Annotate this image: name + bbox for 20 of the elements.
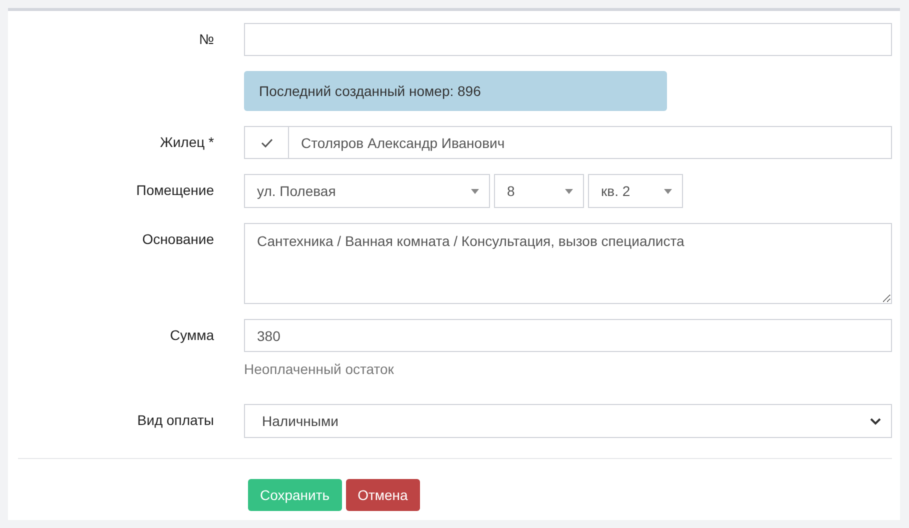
form-button[interactable]: Отмена (346, 479, 420, 511)
payment-select[interactable]: Наличными (244, 404, 892, 438)
last-number-notice: Последний созданный номер: 896 (244, 71, 667, 111)
dropdown-triangle-icon (565, 188, 573, 194)
amount-input[interactable]: 380 (244, 319, 892, 352)
premises-select[interactable]: ул. Полевая (244, 174, 490, 208)
premises-select[interactable]: кв. 2 (588, 174, 683, 208)
chevron-down-icon (870, 418, 881, 424)
number-input[interactable] (244, 23, 892, 56)
dropdown-triangle-icon (664, 188, 672, 194)
basis-textarea[interactable]: Сантехника / Ванная комната / Консультация, вызов специалиста (244, 223, 892, 304)
field-label: Основание (141, 230, 215, 247)
field-label: № (198, 30, 215, 47)
field-label: Вид оплаты (136, 411, 215, 428)
field-label: Жилец * (158, 133, 215, 150)
premises-select[interactable]: 8 (494, 174, 584, 208)
field-label: Сумма (169, 326, 215, 343)
help-text: Неоплаченный остаток (244, 361, 395, 377)
dropdown-triangle-icon (471, 188, 479, 194)
field-label: Помещение (135, 181, 215, 198)
